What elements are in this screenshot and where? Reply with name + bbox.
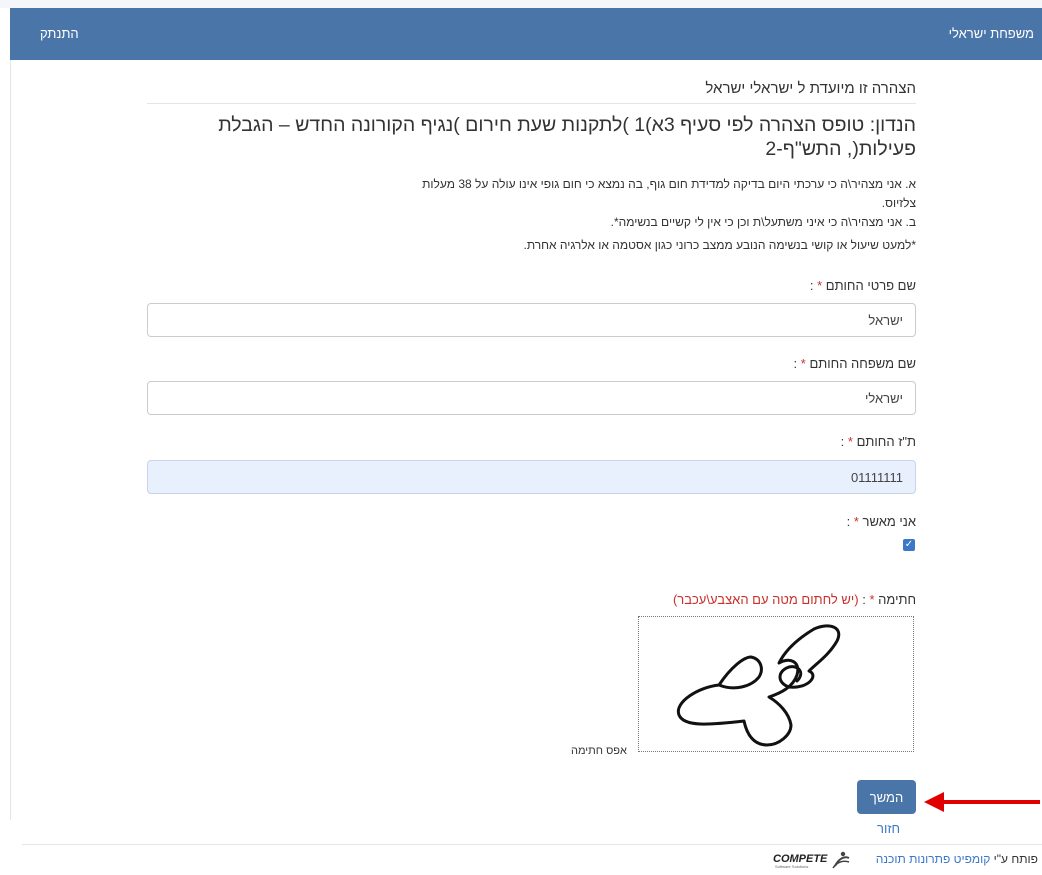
required-mark: * xyxy=(853,514,859,529)
id-label: ת"ז החותם * : xyxy=(840,434,916,449)
logout-link[interactable]: התנתק xyxy=(40,26,79,41)
required-mark: * xyxy=(847,434,853,449)
divider xyxy=(147,103,916,104)
last-name-label: שם משפחה החותם * : xyxy=(793,356,916,371)
required-mark: * xyxy=(817,278,823,293)
checkmark-icon: ✓ xyxy=(904,539,914,550)
first-name-input[interactable] xyxy=(147,303,916,337)
footer-divider xyxy=(22,844,1042,845)
declaration-intro: הצהרה זו מיועדת ל ישראלי ישראל xyxy=(705,80,916,97)
id-input[interactable] xyxy=(147,460,916,494)
statement-b: ב. אני מצהיר\ה כי איני משתעל\ת וכן כי אי… xyxy=(610,215,916,229)
red-arrow-annotation xyxy=(924,792,1040,812)
continue-button[interactable]: המשך xyxy=(857,780,916,814)
last-name-input[interactable] xyxy=(147,381,916,415)
statement-note: *למעט שיעול או קושי בנשימה הנובע ממצב כר… xyxy=(523,238,916,252)
approve-checkbox[interactable]: ✓ xyxy=(903,539,915,551)
footer-prefix: פותח ע"י xyxy=(993,852,1038,866)
navbar: משפחת ישראלי התנתק xyxy=(10,8,1042,60)
statement-a-line2: צלזיוס. xyxy=(881,196,916,210)
user-family-name: משפחת ישראלי xyxy=(948,26,1034,41)
clear-signature-link[interactable]: אפס חתימה xyxy=(571,745,627,757)
company-link[interactable]: קומפיט פתרונות תוכנה xyxy=(876,852,991,866)
back-link[interactable]: חזור xyxy=(877,821,900,836)
approve-label: אני מאשר * : xyxy=(846,514,916,529)
svg-text:Software Solutions: Software Solutions xyxy=(775,864,808,869)
signature-pad[interactable] xyxy=(638,616,914,752)
content-left-border xyxy=(10,60,11,820)
required-mark: * xyxy=(869,592,875,607)
footer-credit: פותח ע"י קומפיט פתרונות תוכנה xyxy=(876,852,1038,866)
compete-logo: COMPETE Software Solutions xyxy=(771,850,851,870)
signature-hint: (יש לחתום מטה עם האצבע\עכבר) xyxy=(672,592,859,607)
compete-logo-icon: COMPETE Software Solutions xyxy=(773,851,850,869)
required-mark: * xyxy=(800,356,806,371)
signature-drawing xyxy=(676,624,841,747)
signature-label: חתימה * : (יש לחתום מטה עם האצבע\עכבר) xyxy=(672,592,916,607)
top-strip xyxy=(0,0,1042,8)
statement-a-line1: א. אני מצהיר\ה כי ערכתי היום בדיקה למדיד… xyxy=(422,177,916,191)
page-title: הנדון: טופס הצהרה לפי סעיף 3א)1 )לתקנות … xyxy=(218,114,916,160)
first-name-label: שם פרטי החותם * : xyxy=(809,278,916,293)
